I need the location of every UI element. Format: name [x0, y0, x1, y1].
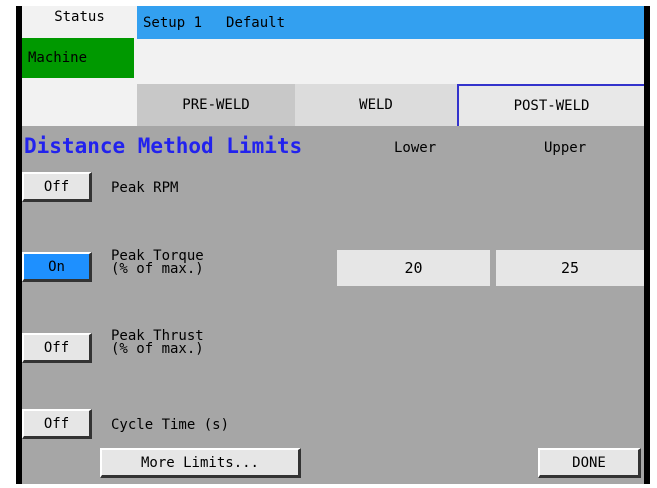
cycle-time-toggle-button[interactable]: Off [22, 409, 92, 439]
setup-name: Default [226, 14, 286, 31]
peak-torque-upper-field[interactable]: 25 [496, 250, 644, 286]
machine-cell: Machine [22, 28, 137, 84]
status-label[interactable]: Status [22, 6, 137, 28]
app-window: Status Machine Setup 1 Default PRE-WELD … [16, 6, 650, 484]
setup-bar: Setup 1 Default [137, 6, 644, 39]
peak-rpm-label: Peak RPM [111, 180, 179, 196]
tab-pre-weld[interactable]: PRE-WELD [137, 84, 295, 126]
cycle-time-label: Cycle Time (s) [111, 417, 230, 433]
peak-torque-lower-field[interactable]: 20 [337, 250, 490, 286]
peak-thrust-unit-label: (% of max.) [111, 341, 204, 357]
page-title: Distance Method Limits [24, 134, 303, 158]
machine-status-indicator[interactable]: Machine [22, 38, 134, 78]
done-button[interactable]: DONE [538, 448, 641, 478]
tab-post-weld[interactable]: POST-WELD [457, 84, 644, 126]
setup-label: Setup 1 [143, 14, 203, 31]
tab-weld[interactable]: WELD [295, 84, 457, 126]
lower-column-header: Lower [394, 140, 437, 156]
peak-torque-toggle-button[interactable]: On [22, 252, 92, 282]
info-area [137, 39, 644, 85]
peak-rpm-toggle-button[interactable]: Off [22, 172, 92, 202]
upper-column-header: Upper [544, 140, 587, 156]
tab-spacer [22, 84, 137, 126]
peak-torque-unit-label: (% of max.) [111, 261, 204, 277]
peak-thrust-toggle-button[interactable]: Off [22, 333, 92, 363]
more-limits-button[interactable]: More Limits... [100, 448, 301, 478]
